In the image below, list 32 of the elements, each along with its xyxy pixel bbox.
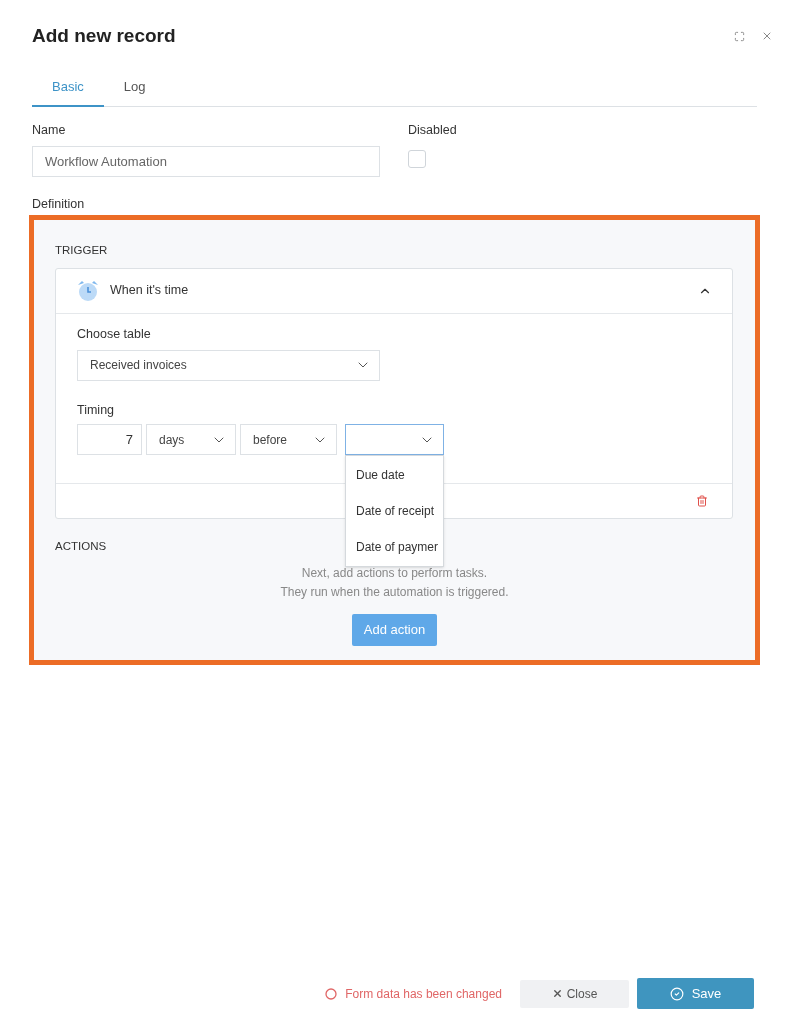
- status-message: Form data has been changed: [345, 985, 502, 1003]
- alarm-clock-icon: [76, 278, 100, 303]
- checkbox[interactable]: [408, 149, 426, 168]
- close-button[interactable]: Close: [520, 979, 629, 1008]
- section-heading: TRIGGER: [55, 242, 108, 258]
- relation-select[interactable]: before: [240, 424, 337, 456]
- close-icon[interactable]: [761, 30, 773, 42]
- table-select[interactable]: Received invoices: [77, 349, 380, 381]
- trigger-title: When it's time: [110, 282, 189, 300]
- trash-icon[interactable]: [696, 495, 708, 508]
- close-x-icon: [551, 988, 563, 999]
- dropdown-option[interactable]: Due date: [346, 457, 443, 494]
- dropdown-option[interactable]: Date of receipt: [346, 493, 443, 530]
- amount-field[interactable]: 7: [77, 424, 142, 456]
- field-label: Choose table: [77, 325, 152, 343]
- check-circle-icon: [669, 986, 684, 1001]
- hint-text: Next, add actions to perform tasks.: [301, 564, 488, 582]
- date-select[interactable]: [345, 424, 444, 456]
- status-circle-icon: [325, 987, 338, 1000]
- name-field[interactable]: Workflow Automation: [32, 145, 380, 177]
- field-label: Name: [32, 122, 67, 139]
- dialog-title: Add new record: [32, 23, 176, 48]
- tab[interactable]: Basic: [32, 69, 104, 107]
- tab[interactable]: Log: [103, 69, 166, 107]
- unit-select[interactable]: days: [146, 424, 236, 456]
- field-label: Disabled: [408, 122, 457, 139]
- dropdown-option[interactable]: Date of paymer: [346, 529, 443, 566]
- section-label: Definition: [32, 195, 86, 213]
- maximize-icon[interactable]: [734, 30, 745, 42]
- hint-text: They run when the automation is triggered.: [280, 583, 509, 601]
- field-label: Timing: [77, 401, 116, 419]
- section-heading: ACTIONS: [55, 539, 107, 555]
